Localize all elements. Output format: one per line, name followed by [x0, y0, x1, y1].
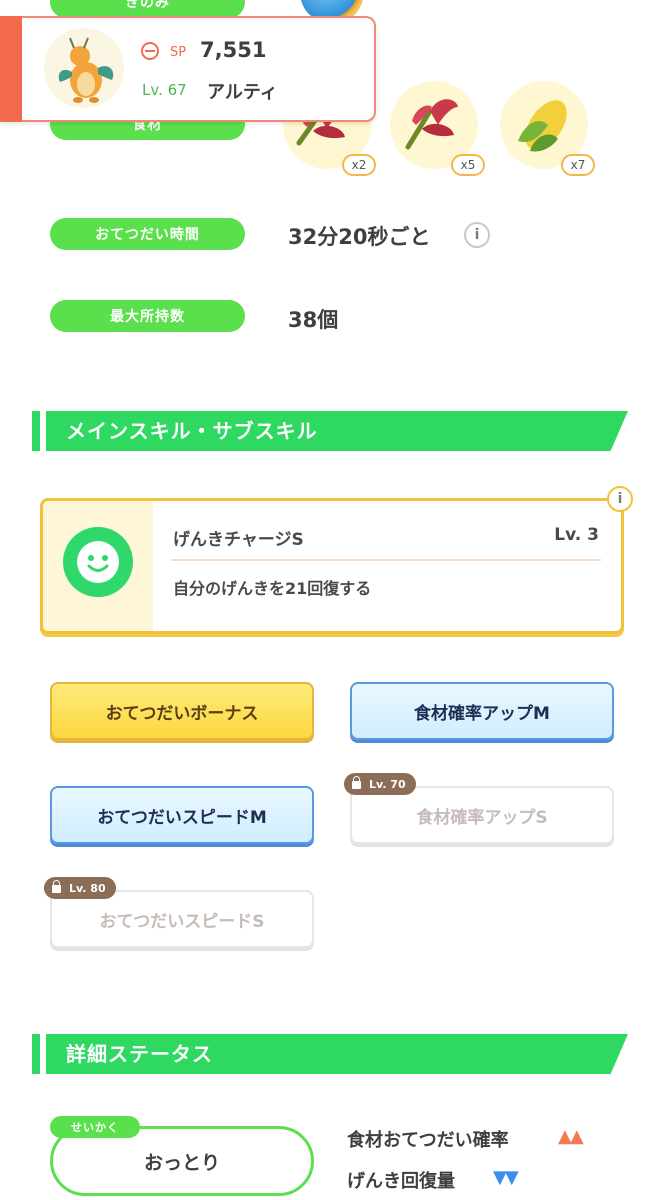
max-carry-label: 最大所持数 — [110, 309, 185, 325]
help-time-info-icon[interactable]: i — [464, 222, 490, 248]
unlock-level: Lv. 80 — [69, 881, 106, 895]
main-skill-card[interactable]: げんきチャージS Lv. 3 自分のげんきを21回復する — [40, 498, 624, 634]
sub-skill-label: おてつだいスピードM — [97, 807, 267, 828]
section-marker — [32, 411, 40, 451]
berry-label: きのみ — [125, 0, 170, 11]
sub-skill-help-bonus[interactable]: おてつだいボーナス — [50, 682, 314, 740]
sub-skill-ingredient-finder-m[interactable]: 食材確率アップM — [350, 682, 614, 740]
pokemon-summary-popup[interactable]: SP 7,551 Lv. 67 アルティ — [0, 16, 376, 122]
help-time-label-pill: おてつだい時間 — [50, 218, 245, 250]
dragon-pokemon-icon — [58, 37, 114, 103]
nature-tag: せいかく — [50, 1116, 140, 1138]
sub-skill-label: 食材確率アップS — [416, 807, 548, 828]
details-section-title: 詳細ステータス — [66, 1042, 213, 1066]
sp-value: 7,551 — [200, 38, 267, 62]
nature-down-stat: げんき回復量 — [347, 1171, 455, 1192]
main-skill-name: げんきチャージS — [173, 530, 304, 550]
popup-accent-bar — [0, 16, 22, 122]
details-section-header: 詳細ステータス — [32, 1034, 628, 1074]
pokemon-avatar — [44, 28, 124, 108]
skills-section-header: メインスキル・サブスキル — [32, 411, 628, 451]
main-skill-info-icon[interactable]: i — [607, 486, 633, 512]
smile-icon — [63, 527, 133, 597]
nature-up-marks: ▲▲ — [558, 1126, 584, 1147]
ingredient-count-1: x2 — [342, 154, 376, 176]
lock-icon — [52, 880, 61, 893]
sp-label: SP — [170, 45, 187, 60]
sub-skill-label: おてつだいスピードS — [99, 911, 265, 932]
ingredient-count-3: x7 — [561, 154, 595, 176]
unlock-level-badge-70: Lv. 70 — [344, 773, 416, 795]
nature-down-marks: ▼▼ — [493, 1167, 519, 1188]
help-time-value: 32分20秒ごと — [288, 225, 431, 249]
sub-skill-label: 食材確率アップM — [414, 703, 550, 724]
unlock-level-badge-80: Lv. 80 — [44, 877, 116, 899]
unlock-level: Lv. 70 — [369, 777, 406, 791]
sub-skill-label: おてつだいボーナス — [105, 703, 259, 724]
nature-tag-label: せいかく — [71, 1121, 119, 1134]
help-time-label: おてつだい時間 — [95, 227, 200, 243]
max-carry-label-pill: 最大所持数 — [50, 300, 245, 332]
skills-section-title: メインスキル・サブスキル — [66, 419, 318, 443]
pokemon-nickname: アルティ — [207, 82, 278, 103]
nature-up-stat: 食材おてつだい確率 — [347, 1130, 509, 1151]
lock-icon — [352, 776, 361, 789]
main-skill-desc: 自分のげんきを21回復する — [173, 579, 372, 598]
pokemon-level: Lv. 67 — [142, 81, 187, 99]
nature-value: おっとり — [143, 1151, 220, 1174]
main-skill-level: Lv. 3 — [554, 525, 599, 545]
section-marker — [32, 1034, 40, 1074]
sp-icon — [141, 42, 159, 60]
main-skill-divider — [171, 559, 601, 561]
max-carry-value: 38個 — [288, 308, 339, 332]
sub-skill-help-speed-m[interactable]: おてつだいスピードM — [50, 786, 314, 844]
ingredient-count-2: x5 — [451, 154, 485, 176]
